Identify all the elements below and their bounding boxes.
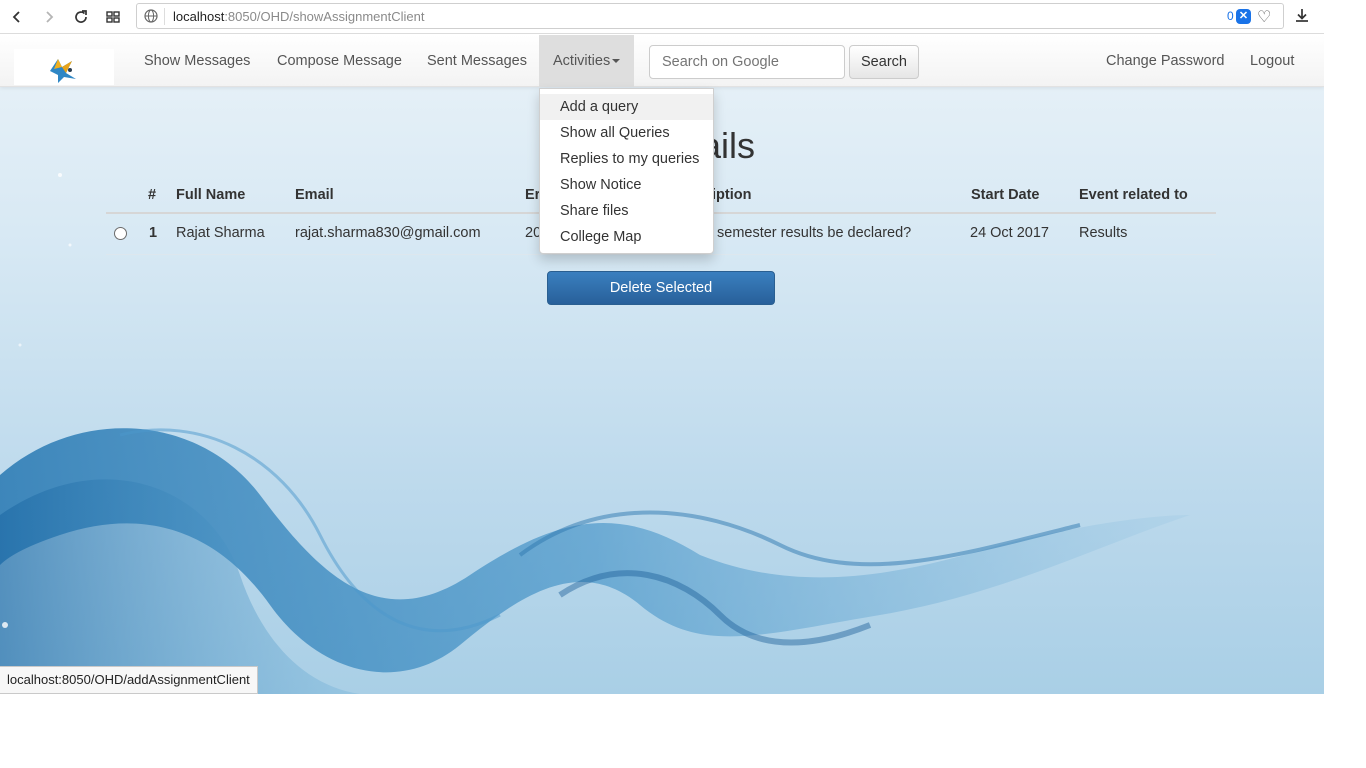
back-icon[interactable] [6,6,28,28]
url-text: localhost:8050/OHD/showAssignmentClient [173,9,424,24]
col-header-full-name: Full Name [176,187,246,203]
activities-dropdown-menu: Add a query Show all Queries Replies to … [539,88,714,254]
google-search-input[interactable] [649,45,845,79]
col-header-number: # [148,187,157,203]
nav-activities-dropdown[interactable]: Activities [539,35,635,87]
col-header-description: iption [712,187,752,203]
top-navbar: Show Messages Compose Message Sent Messa… [0,35,1324,87]
col-header-event-related: Event related to [1079,187,1188,203]
cell-email: rajat.sharma830@gmail.com [295,225,481,241]
globe-icon [144,9,158,23]
tracker-count: 0 [1227,9,1234,23]
activities-label: Activities [553,53,611,69]
cell-number: 1 [149,225,158,241]
search-button[interactable]: Search [849,45,919,79]
site-logo[interactable] [14,49,114,85]
url-host: localhost [173,9,225,24]
tracker-blocker-icon[interactable]: ✕ [1236,9,1251,24]
download-icon[interactable] [1292,6,1312,26]
col-header-email: Email [295,187,334,203]
reload-icon[interactable] [70,6,92,28]
menu-item-replies-to-my-queries[interactable]: Replies to my queries [540,146,713,172]
menu-item-show-all-queries[interactable]: Show all Queries [540,120,713,146]
nav-change-password[interactable]: Change Password [1106,35,1225,87]
nav-sent-messages[interactable]: Sent Messages [427,35,527,87]
delete-selected-button[interactable]: Delete Selected [547,271,775,305]
hummingbird-logo-icon [50,59,76,83]
nav-compose-message[interactable]: Compose Message [277,35,402,87]
cell-description: semester results be declared? [717,225,912,241]
address-bar[interactable]: localhost:8050/OHD/showAssignmentClient … [136,3,1284,29]
tabs-grid-icon[interactable] [102,6,124,28]
url-path: :8050/OHD/showAssignmentClient [224,9,425,24]
cell-start-date: 24 Oct 2017 [970,225,1049,241]
table-row-divider [106,254,1216,255]
browser-toolbar: localhost:8050/OHD/showAssignmentClient … [0,0,1324,34]
forward-icon[interactable] [38,6,60,28]
col-header-start-date: Start Date [971,187,1040,203]
address-separator [164,8,165,25]
row-select-radio[interactable] [114,227,127,240]
menu-item-college-map[interactable]: College Map [540,224,713,250]
link-status-bar: localhost:8050/OHD/addAssignmentClient [0,666,258,694]
menu-item-share-files[interactable]: Share files [540,198,713,224]
cell-event-related: Results [1079,225,1128,241]
cell-full-name: Rajat Sharma [176,225,265,241]
bookmark-heart-icon[interactable]: ♡ [1257,7,1271,27]
nav-show-messages[interactable]: Show Messages [144,35,250,87]
menu-item-add-query[interactable]: Add a query [540,94,713,120]
nav-logout[interactable]: Logout [1250,35,1294,87]
page-content: Show Messages Compose Message Sent Messa… [0,35,1324,694]
caret-down-icon [612,59,621,64]
menu-item-show-notice[interactable]: Show Notice [540,172,713,198]
